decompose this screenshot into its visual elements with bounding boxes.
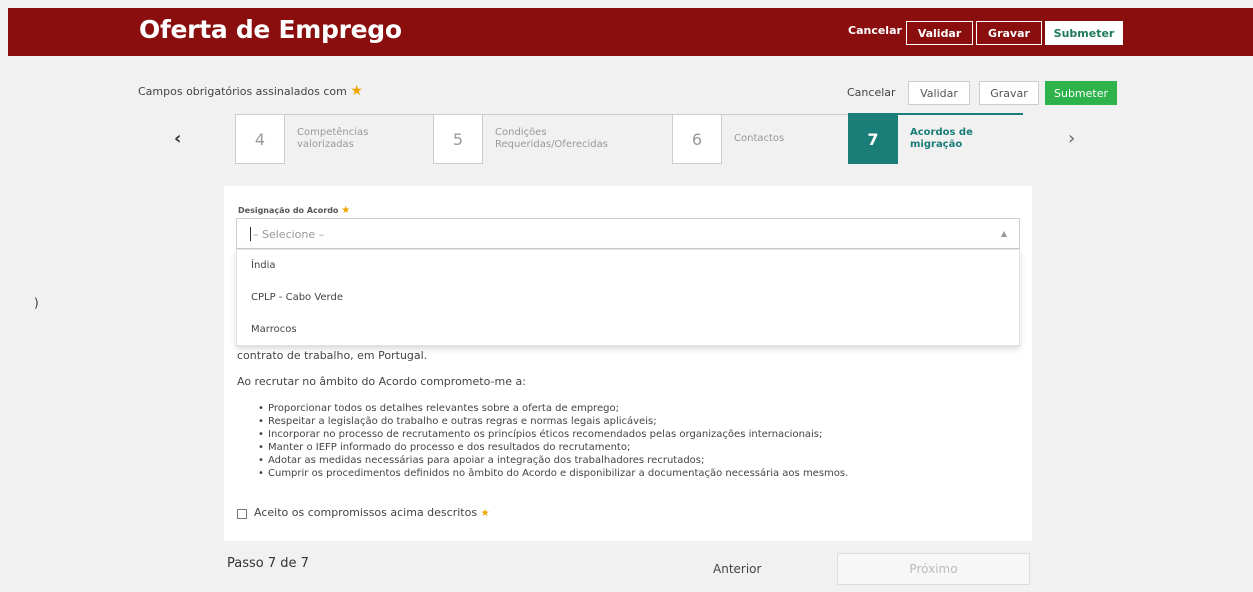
next-button[interactable]: Próximo	[837, 553, 1030, 585]
page-title: Oferta de Emprego	[139, 15, 402, 44]
required-fields-note: Campos obrigatórios assinalados com ★	[138, 83, 363, 99]
option-marrocos[interactable]: Marrocos	[251, 324, 297, 335]
option-cplp-cabo-verde[interactable]: CPLP - Cabo Verde	[251, 292, 343, 303]
required-star-icon: ★	[341, 205, 351, 216]
commitments-list: Proporcionar todos os detalhes relevante…	[258, 402, 848, 480]
required-note-text: Campos obrigatórios assinalados com	[138, 85, 347, 98]
required-star-icon: ★	[480, 508, 490, 519]
cancel-link[interactable]: Cancelar	[847, 86, 896, 99]
previous-button[interactable]: Anterior	[713, 562, 761, 576]
text-cursor	[250, 227, 251, 241]
select-placeholder: – Selecione –	[253, 228, 325, 241]
accept-checkbox[interactable]	[237, 509, 247, 519]
step-4[interactable]: 4 Competências valorizadas	[235, 114, 432, 164]
step-7-number: 7	[848, 114, 898, 164]
step-6-label: Contactos	[734, 133, 785, 144]
list-item: Manter o IEFP informado do processo e do…	[258, 441, 848, 454]
edge-fragment-icon: )	[34, 296, 39, 310]
header-cancel-link[interactable]: Cancelar	[848, 24, 902, 37]
header-validate-button[interactable]: Validar	[906, 21, 973, 45]
step-7[interactable]: 7 Acordos de migração	[848, 114, 1023, 164]
validate-button[interactable]: Validar	[908, 81, 970, 105]
agreement-dropdown: Índia CPLP - Cabo Verde Marrocos	[236, 249, 1020, 346]
agreement-field-label: Designação do Acordo ★	[238, 205, 351, 216]
list-item: Respeitar a legislação do trabalho e out…	[258, 415, 848, 428]
step-5-label: Condições Requeridas/Oferecidas	[495, 127, 608, 150]
step-4-label: Competências valorizadas	[297, 127, 369, 150]
step-5-number: 5	[433, 114, 483, 164]
step-4-number: 4	[235, 114, 285, 164]
top-header-bar: Oferta de Emprego Cancelar Validar Grava…	[8, 8, 1253, 56]
description-text: contrato de trabalho, em Portugal.	[237, 349, 428, 362]
save-button[interactable]: Gravar	[979, 81, 1039, 105]
step-6[interactable]: 6 Contactos	[672, 114, 847, 164]
accept-label[interactable]: Aceito os compromissos acima descritos ★	[254, 506, 490, 519]
step-6-number: 6	[672, 114, 722, 164]
step-counter: Passo 7 de 7	[227, 556, 309, 571]
stepper-next-arrow-icon[interactable]: ›	[1068, 128, 1075, 149]
step-7-label: Acordos de migração	[910, 127, 973, 150]
caret-up-icon: ▲	[1000, 229, 1007, 238]
header-submit-button[interactable]: Submeter	[1045, 21, 1123, 45]
option-india[interactable]: Índia	[251, 260, 276, 271]
list-item: Incorporar no processo de recrutamento o…	[258, 428, 848, 441]
agreement-select[interactable]: – Selecione – ▲	[236, 218, 1020, 249]
list-item: Adotar as medidas necessárias para apoia…	[258, 454, 848, 467]
list-item: Proporcionar todos os detalhes relevante…	[258, 402, 848, 415]
header-save-button[interactable]: Gravar	[976, 21, 1042, 45]
list-item: Cumprir os procedimentos definidos no âm…	[258, 467, 848, 480]
required-star-icon: ★	[350, 83, 363, 99]
step-5[interactable]: 5 Condições Requeridas/Oferecidas	[433, 114, 670, 164]
submit-button[interactable]: Submeter	[1045, 81, 1117, 105]
stepper-prev-arrow-icon[interactable]: ‹	[174, 128, 181, 149]
commitment-intro: Ao recrutar no âmbito do Acordo comprome…	[237, 375, 526, 388]
